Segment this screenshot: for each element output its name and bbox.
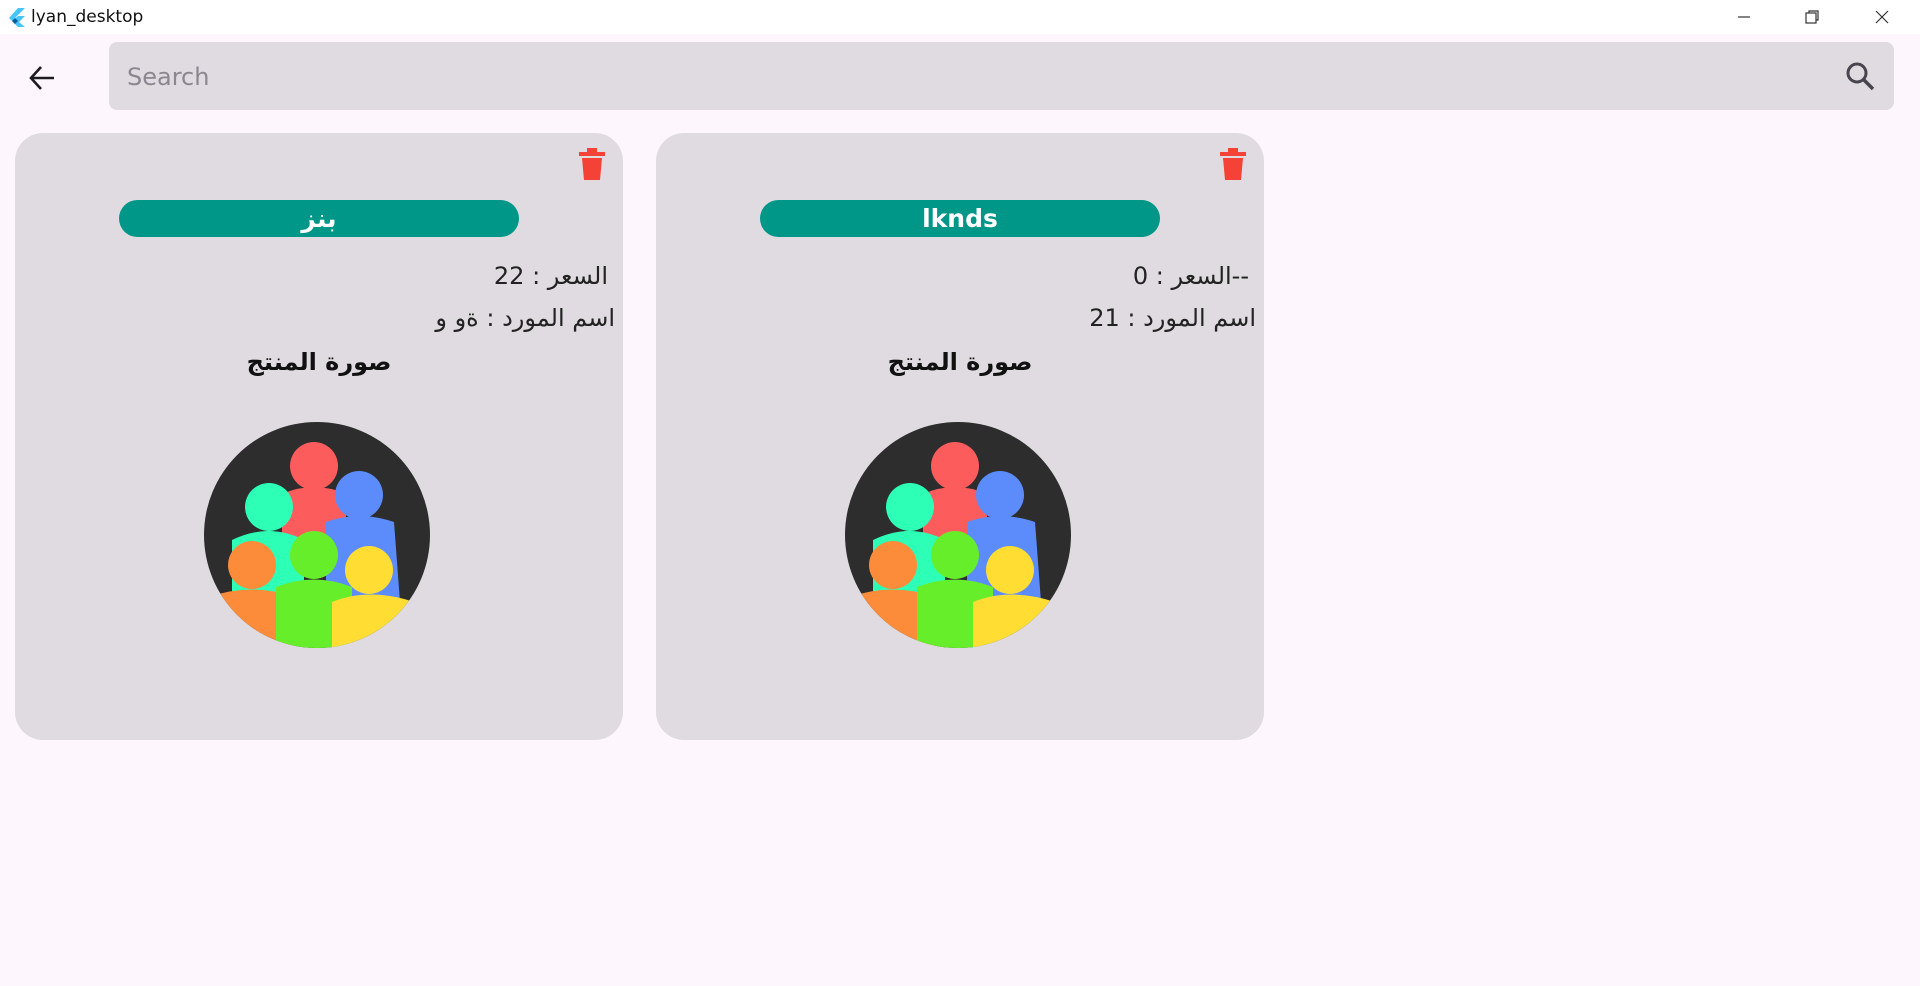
window-title: lyan_desktop (31, 7, 144, 27)
group-people-icon (204, 422, 430, 648)
product-price: --السعر : 0 (1132, 262, 1249, 290)
product-supplier: اسم المورد : ةو و (435, 304, 615, 332)
product-name-badge: بنز (119, 200, 519, 237)
group-people-icon (845, 422, 1071, 648)
arrow-back-icon (29, 66, 54, 90)
search-input[interactable] (125, 52, 1809, 102)
product-name-badge: lknds (760, 200, 1160, 237)
trash-icon[interactable] (1218, 147, 1248, 181)
close-icon (1875, 10, 1889, 24)
restore-icon (1805, 10, 1819, 24)
restore-button[interactable] (1778, 0, 1846, 34)
window-titlebar: lyan_desktop (0, 0, 1920, 34)
search-bar (109, 42, 1894, 110)
minimize-button[interactable] (1710, 0, 1778, 34)
product-card[interactable]: lknds --السعر : 0 اسم المورد : 21 صورة ا… (656, 133, 1264, 740)
back-button[interactable] (20, 56, 64, 100)
product-image-label: صورة المنتج (887, 348, 1033, 376)
product-supplier: اسم المورد : 21 (1089, 304, 1256, 332)
close-button[interactable] (1848, 0, 1916, 34)
search-icon[interactable] (1844, 60, 1876, 92)
product-image-label: صورة المنتج (246, 348, 392, 376)
minimize-icon (1738, 16, 1750, 18)
trash-icon[interactable] (577, 147, 607, 181)
flutter-logo-icon (9, 8, 25, 27)
product-price: السعر : 22 (493, 262, 608, 290)
product-card[interactable]: بنز السعر : 22 اسم المورد : ةو و صورة ال… (15, 133, 623, 740)
